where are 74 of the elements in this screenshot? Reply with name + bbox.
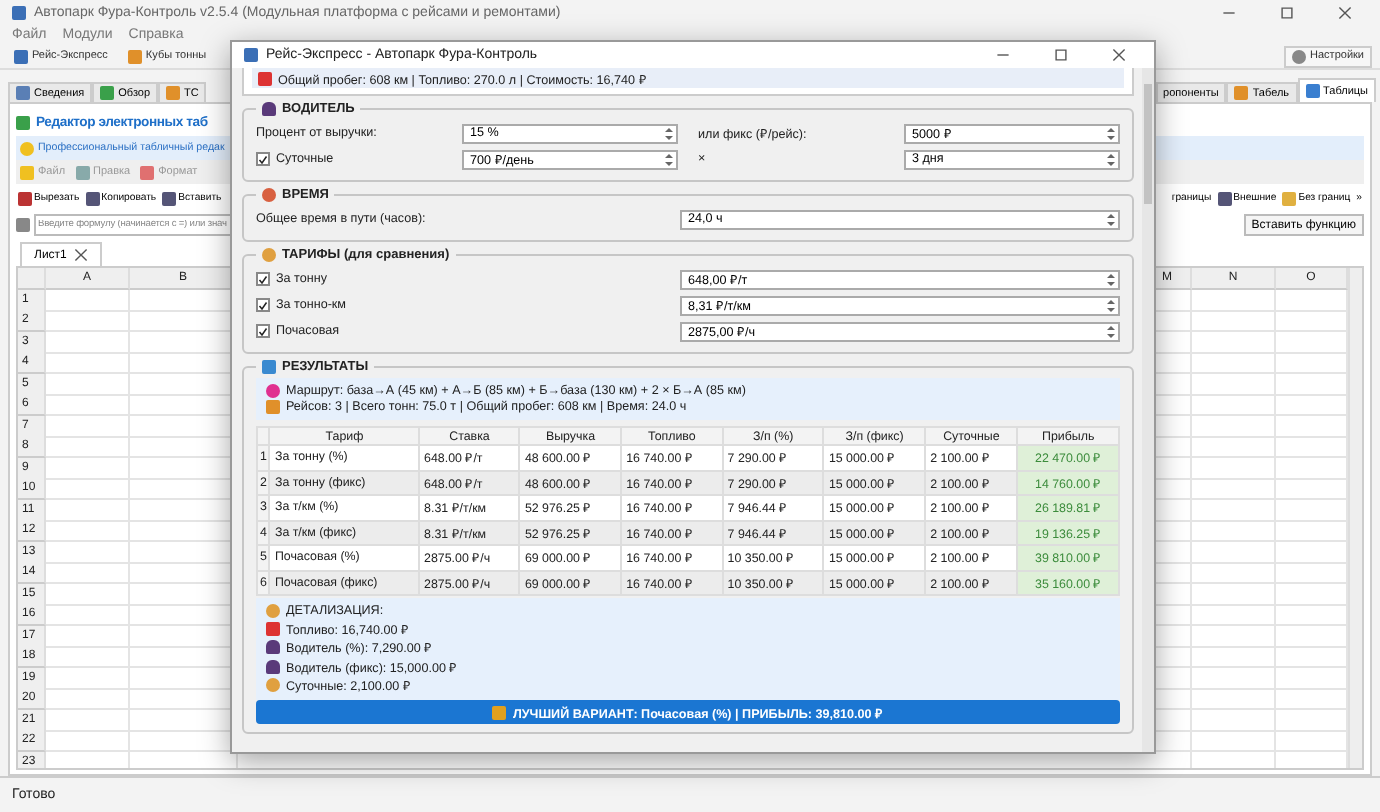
grid-cell[interactable] xyxy=(1192,415,1276,437)
checkbox[interactable] xyxy=(256,272,270,286)
grid-cell[interactable] xyxy=(1192,688,1276,710)
grid-cell[interactable] xyxy=(46,688,130,710)
close-icon[interactable] xyxy=(1112,48,1126,62)
spinner-icon[interactable] xyxy=(1106,125,1116,141)
grid-cell[interactable] xyxy=(1192,646,1276,668)
scrollbar[interactable] xyxy=(1348,268,1362,768)
grid-cell[interactable] xyxy=(1192,520,1276,542)
grid-cell[interactable] xyxy=(1192,625,1276,647)
grid-cell[interactable] xyxy=(1192,541,1276,563)
grid-cell[interactable] xyxy=(46,415,130,437)
grid-cell[interactable] xyxy=(1192,499,1276,521)
minimize-icon[interactable] xyxy=(996,48,1010,62)
tab-icon xyxy=(100,86,115,100)
grid-cell[interactable] xyxy=(1192,667,1276,689)
grid-cell[interactable] xyxy=(1192,604,1276,626)
grid-cell[interactable] xyxy=(46,730,130,752)
grid-cell[interactable] xyxy=(46,457,130,479)
grid-cell[interactable] xyxy=(1192,730,1276,752)
grid-cell[interactable] xyxy=(46,625,130,647)
grid-cell[interactable] xyxy=(46,310,130,332)
grid-cell[interactable] xyxy=(46,541,130,563)
checkbox[interactable] xyxy=(256,324,270,338)
spinner-icon[interactable] xyxy=(1106,297,1116,313)
menu-icon xyxy=(20,165,34,179)
grid-cell[interactable] xyxy=(1192,352,1276,374)
grid-cell[interactable] xyxy=(46,499,130,521)
spinner-icon[interactable] xyxy=(664,151,674,167)
spinner-icon[interactable] xyxy=(1106,151,1116,167)
grid-cell[interactable] xyxy=(46,667,130,689)
maximize-icon[interactable] xyxy=(1280,5,1294,19)
grid-cell[interactable] xyxy=(46,583,130,605)
grid-cell[interactable] xyxy=(46,709,130,731)
close-icon[interactable] xyxy=(1338,5,1352,19)
checkbox[interactable] xyxy=(256,152,270,166)
grid-cell[interactable] xyxy=(46,604,130,626)
grid-cell[interactable] xyxy=(1192,310,1276,332)
tab-icon xyxy=(1234,86,1249,100)
tab-icon xyxy=(1305,84,1320,98)
grid-cell[interactable] xyxy=(46,352,130,374)
grid-cell[interactable] xyxy=(46,394,130,416)
close-icon[interactable] xyxy=(74,248,89,262)
grid-cell[interactable] xyxy=(1192,583,1276,605)
app-icon xyxy=(12,5,26,19)
grid-cell[interactable] xyxy=(46,646,130,668)
spinner-icon[interactable] xyxy=(664,125,674,141)
grid-cell[interactable] xyxy=(1192,478,1276,500)
grid-cell[interactable] xyxy=(1192,709,1276,731)
grid-cell[interactable] xyxy=(46,478,130,500)
grid-cell[interactable] xyxy=(46,373,130,395)
grid-cell[interactable] xyxy=(1192,331,1276,353)
grid-cell[interactable] xyxy=(46,520,130,542)
grid-cell[interactable] xyxy=(46,289,130,311)
grid-corner[interactable] xyxy=(18,268,46,290)
maximize-icon[interactable] xyxy=(1054,48,1068,62)
menu-icon xyxy=(140,165,155,179)
grid-cell[interactable] xyxy=(1192,562,1276,584)
menu-icon xyxy=(75,165,90,179)
app-icon xyxy=(244,48,258,62)
grid-cell[interactable] xyxy=(1192,394,1276,416)
grid-cell[interactable] xyxy=(46,436,130,458)
grid-cell[interactable] xyxy=(1192,373,1276,395)
tab-icon xyxy=(16,86,30,100)
grid-cell[interactable] xyxy=(1192,436,1276,458)
checkbox[interactable] xyxy=(256,298,270,312)
grid-cell[interactable] xyxy=(1192,457,1276,479)
spinner-icon[interactable] xyxy=(1106,271,1116,287)
grid-cell[interactable] xyxy=(46,331,130,353)
spinner-icon[interactable] xyxy=(1106,211,1116,227)
tab-icon xyxy=(166,86,181,100)
grid-cell[interactable] xyxy=(1192,289,1276,311)
spinner-icon[interactable] xyxy=(1106,323,1116,339)
grid-cell[interactable] xyxy=(46,562,130,584)
